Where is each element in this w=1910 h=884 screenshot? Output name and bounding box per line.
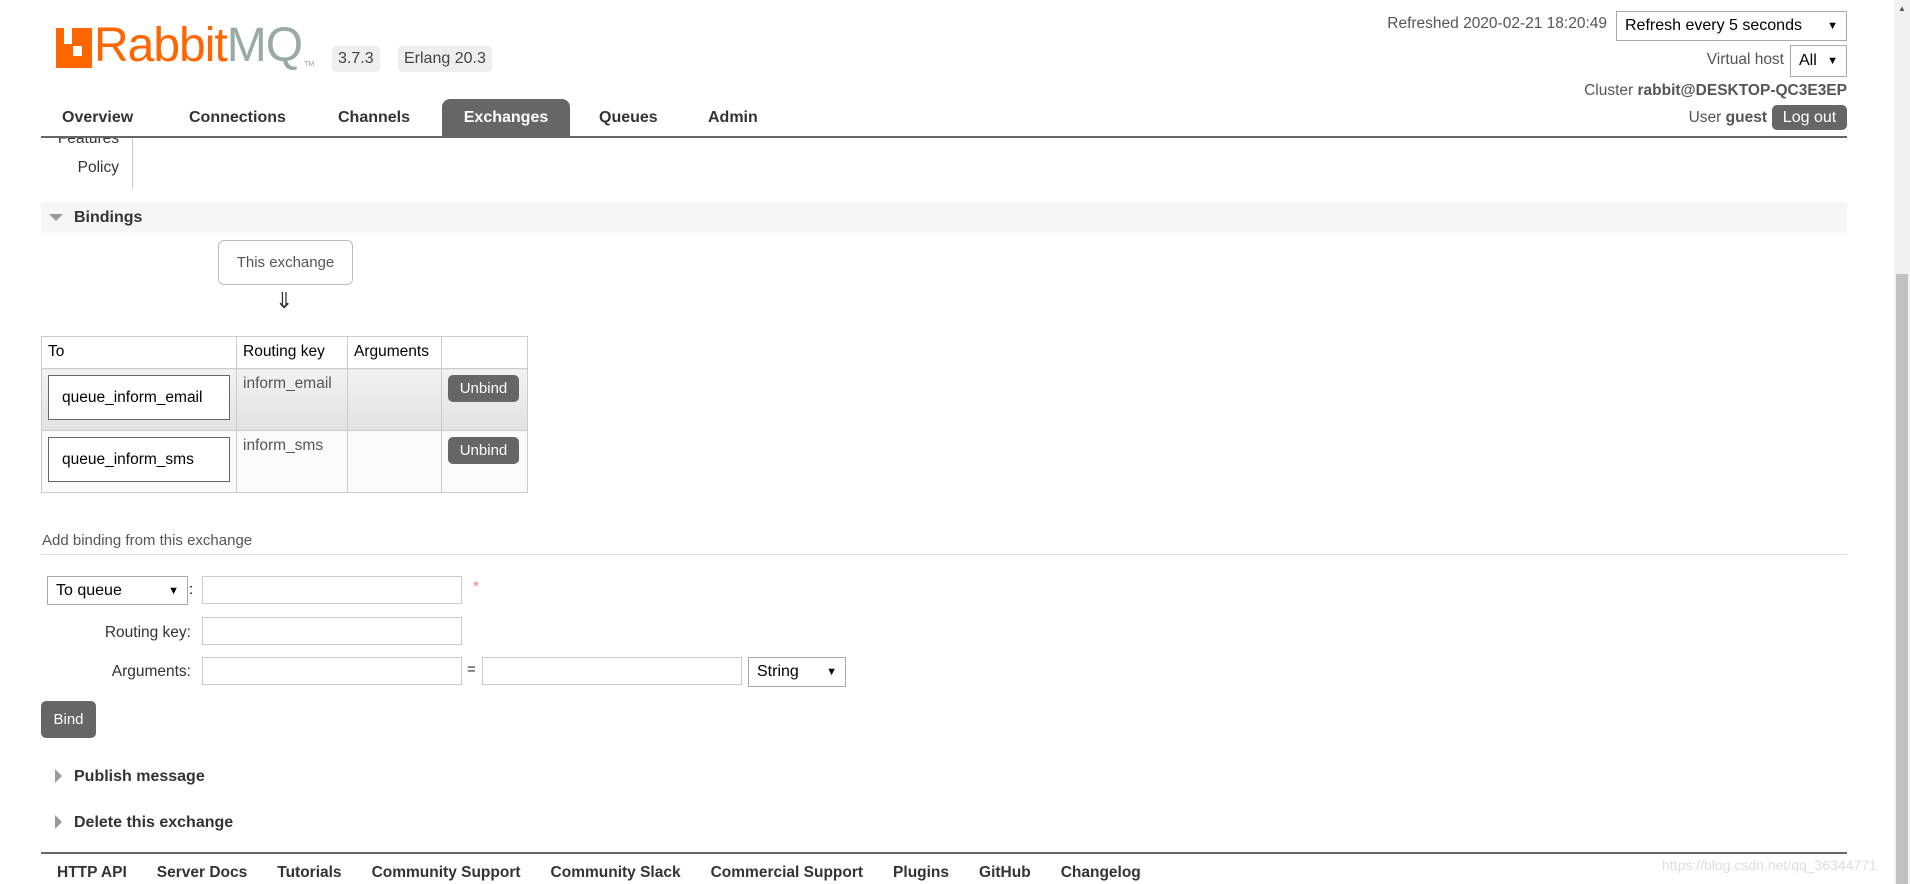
user-label: User: [1688, 109, 1722, 126]
cluster-name: rabbit@DESKTOP-QC3E3EP: [1637, 82, 1848, 99]
argument-value-input[interactable]: [482, 657, 742, 685]
routing-key-input[interactable]: [202, 617, 462, 645]
delete-exchange-section[interactable]: Delete this exchange: [41, 812, 441, 836]
tab-connections[interactable]: Connections: [170, 99, 305, 136]
scrollbar[interactable]: ▲: [1894, 0, 1910, 884]
features-label: Features: [57, 138, 119, 147]
equals-sign: =: [467, 661, 476, 678]
chevron-down-icon: ▼: [168, 584, 179, 597]
queue-link[interactable]: queue_inform_email: [48, 375, 230, 420]
destination-name-input[interactable]: [202, 576, 462, 604]
tab-channels[interactable]: Channels: [319, 99, 429, 136]
tab-overview[interactable]: Overview: [43, 99, 152, 136]
bindings-table: To Routing key Arguments queue_inform_em…: [41, 336, 528, 493]
arguments-label: Arguments:: [111, 663, 191, 680]
chevron-down-icon: ▼: [826, 666, 837, 678]
footer-divider: [41, 852, 1847, 854]
cluster-label: Cluster: [1584, 82, 1634, 99]
argument-key-input[interactable]: [202, 657, 462, 685]
footer-link-tutorials[interactable]: Tutorials: [277, 864, 341, 881]
footer-link-server-docs[interactable]: Server Docs: [157, 864, 247, 881]
expand-triangle-icon: [55, 769, 62, 783]
required-marker: *: [473, 578, 479, 595]
footer-link-commercial-support[interactable]: Commercial Support: [711, 864, 863, 881]
down-arrow-icon: ⇓: [275, 288, 294, 313]
add-binding-divider: [41, 554, 1847, 555]
tab-exchanges[interactable]: Exchanges: [442, 99, 570, 136]
rabbitmq-logo-icon: [56, 28, 92, 68]
table-header: To Routing key Arguments: [41, 336, 528, 369]
bind-button[interactable]: Bind: [41, 701, 96, 738]
routing-key-label: Routing key:: [104, 624, 191, 641]
column-header-to: To: [41, 336, 237, 369]
collapse-triangle-icon: [49, 214, 63, 221]
logo-text-mq: MQ: [226, 19, 303, 72]
footer-link-plugins[interactable]: Plugins: [893, 864, 949, 881]
argument-type-select[interactable]: String ▼: [748, 657, 846, 687]
routing-key-cell: inform_sms: [236, 430, 348, 493]
details-divider: [132, 138, 133, 189]
footer-link-changelog[interactable]: Changelog: [1061, 864, 1141, 881]
footer-link-community-slack[interactable]: Community Slack: [551, 864, 681, 881]
virtual-host-select[interactable]: All ▼: [1790, 45, 1847, 77]
scroll-up-icon[interactable]: ▲: [1898, 4, 1906, 13]
arguments-cell: [347, 368, 442, 431]
footer-link-community-support[interactable]: Community Support: [372, 864, 521, 881]
logo-tm: TM: [304, 61, 315, 68]
footer-link-http-api[interactable]: HTTP API: [57, 864, 127, 881]
queue-link[interactable]: queue_inform_sms: [48, 437, 230, 482]
bindings-section-header[interactable]: Bindings: [41, 202, 1847, 233]
vhost-select-value: All: [1799, 52, 1817, 69]
logo-text: Rabbit: [94, 19, 228, 72]
nav-divider: [41, 136, 1847, 138]
column-header-arguments: Arguments: [347, 336, 442, 369]
details-labels: Features Policy: [0, 138, 132, 190]
version-badge: 3.7.3: [332, 46, 380, 72]
publish-message-title: Publish message: [74, 768, 205, 785]
tab-queues[interactable]: Queues: [580, 99, 677, 136]
watermark: https://blog.csdn.net/qq_36344771: [1662, 857, 1877, 873]
argument-type-value: String: [757, 663, 799, 680]
user-info: User guest: [1689, 109, 1767, 127]
add-binding-title: Add binding from this exchange: [42, 532, 253, 549]
destination-type-select[interactable]: To queue ▼: [47, 576, 188, 605]
arguments-cell: [347, 430, 442, 493]
expand-triangle-icon: [55, 815, 62, 829]
bindings-title: Bindings: [74, 209, 143, 226]
rabbitmq-logo[interactable]: Rabbit MQ TM: [56, 19, 315, 72]
column-header-routing-key: Routing key: [236, 336, 348, 369]
policy-label: Policy: [77, 159, 119, 176]
colon: :: [189, 581, 194, 598]
cluster-info: Cluster rabbit@DESKTOP-QC3E3EP: [1584, 82, 1847, 100]
erlang-badge: Erlang 20.3: [398, 46, 492, 72]
refresh-select-value: Refresh every 5 seconds: [1625, 17, 1802, 34]
virtual-host-label: Virtual host: [1706, 51, 1784, 68]
tab-admin[interactable]: Admin: [689, 99, 777, 136]
table-row: queue_inform_sms inform_sms Unbind: [41, 430, 528, 493]
this-exchange-box: This exchange: [218, 240, 353, 285]
scrollbar-thumb[interactable]: [1896, 274, 1908, 884]
chevron-down-icon: ▼: [1827, 20, 1838, 32]
publish-message-section[interactable]: Publish message: [41, 766, 441, 790]
column-header-actions: [441, 336, 528, 369]
refreshed-text: Refreshed 2020-02-21 18:20:49: [1387, 15, 1607, 32]
logout-button[interactable]: Log out: [1772, 105, 1847, 130]
chevron-down-icon: ▼: [1827, 55, 1838, 67]
destination-type-value: To queue: [56, 581, 122, 599]
delete-exchange-title: Delete this exchange: [74, 814, 234, 831]
table-row: queue_inform_email inform_email Unbind: [41, 368, 528, 431]
unbind-button[interactable]: Unbind: [448, 375, 519, 402]
user-name: guest: [1725, 109, 1767, 126]
refresh-interval-select[interactable]: Refresh every 5 seconds ▼: [1616, 11, 1847, 41]
footer-link-github[interactable]: GitHub: [979, 864, 1031, 881]
footer-links: HTTP API Server Docs Tutorials Community Su…: [57, 864, 1171, 882]
unbind-button[interactable]: Unbind: [448, 437, 519, 464]
routing-key-cell: inform_email: [236, 368, 348, 431]
